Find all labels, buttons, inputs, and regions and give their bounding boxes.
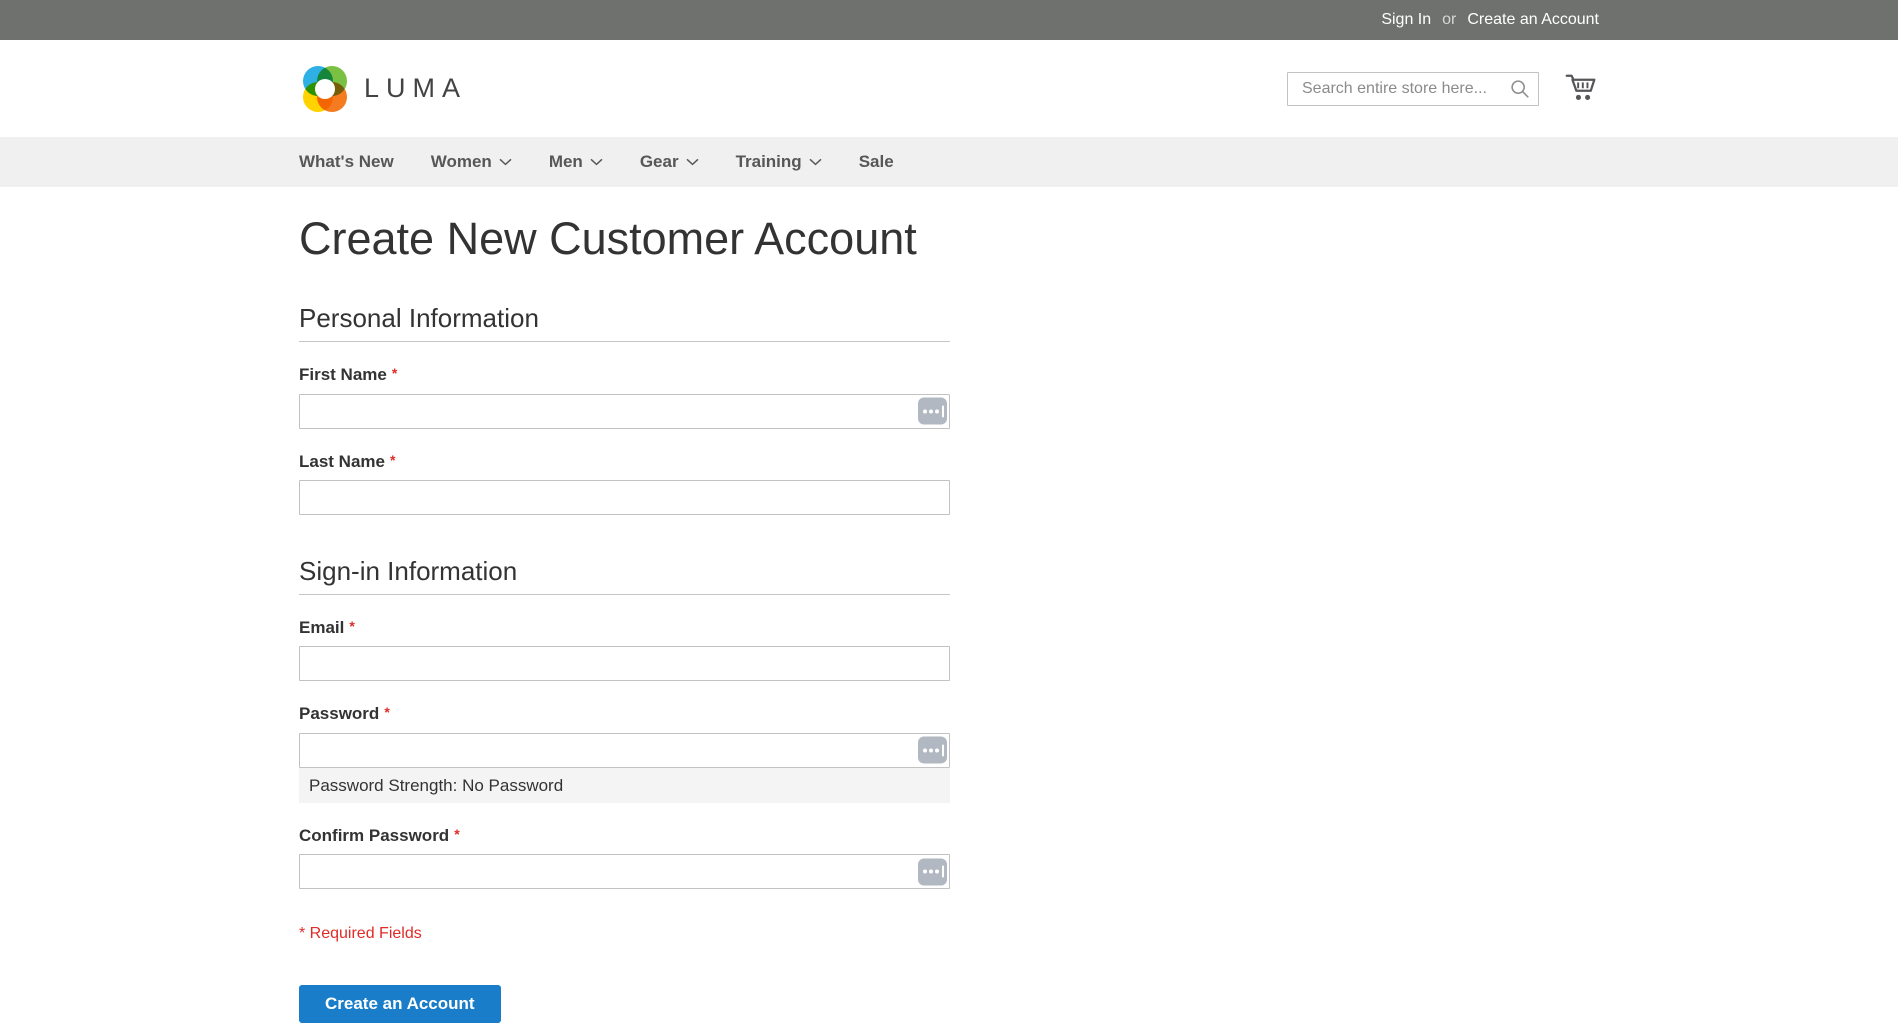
- first-name-label: First Name *: [299, 365, 950, 385]
- main-nav: What's New Women Men Gear Training: [0, 137, 1898, 187]
- password-field: Password * Password Strength: No Password: [299, 704, 950, 802]
- chevron-down-icon: [809, 158, 822, 166]
- autofill-icon[interactable]: [918, 858, 947, 885]
- nav-item-sale[interactable]: Sale: [859, 137, 894, 187]
- required-asterisk: *: [349, 618, 354, 634]
- last-name-input[interactable]: [299, 480, 950, 515]
- required-asterisk: *: [454, 826, 459, 842]
- password-label: Password *: [299, 704, 950, 724]
- required-asterisk: *: [384, 704, 389, 720]
- luma-logo[interactable]: LUMA: [299, 65, 467, 113]
- email-input[interactable]: [299, 646, 950, 681]
- create-account-form: Personal Information First Name * Last Na…: [299, 304, 950, 1023]
- signin-information-heading: Sign-in Information: [299, 557, 950, 595]
- nav-item-label: Men: [549, 152, 583, 172]
- search-input[interactable]: [1287, 72, 1539, 106]
- cart-icon: [1563, 91, 1599, 108]
- first-name-field: First Name *: [299, 365, 950, 428]
- nav-item-men[interactable]: Men: [549, 137, 603, 187]
- required-asterisk: *: [392, 365, 397, 381]
- nav-item-label: What's New: [299, 152, 394, 172]
- first-name-input[interactable]: [299, 394, 950, 429]
- cart-button[interactable]: [1563, 68, 1599, 109]
- create-account-link[interactable]: Create an Account: [1467, 11, 1599, 29]
- nav-item-whats-new[interactable]: What's New: [299, 137, 394, 187]
- nav-item-women[interactable]: Women: [431, 137, 512, 187]
- personal-information-heading: Personal Information: [299, 304, 950, 342]
- top-panel: Sign In or Create an Account: [0, 0, 1898, 40]
- chevron-down-icon: [499, 158, 512, 166]
- create-account-button[interactable]: Create an Account: [299, 985, 501, 1023]
- or-text: or: [1442, 11, 1456, 29]
- luma-logo-icon: [299, 65, 351, 113]
- label-text: Confirm Password: [299, 826, 449, 845]
- label-text: Email: [299, 618, 344, 637]
- label-text: Last Name: [299, 452, 385, 471]
- required-fields-note: * Required Fields: [299, 925, 950, 943]
- last-name-label: Last Name *: [299, 452, 950, 472]
- nav-item-gear[interactable]: Gear: [640, 137, 699, 187]
- nav-item-label: Sale: [859, 152, 894, 172]
- password-strength-meter: Password Strength: No Password: [299, 768, 950, 803]
- form-actions: Create an Account: [299, 985, 950, 1023]
- required-asterisk: *: [390, 452, 395, 468]
- header: LUMA: [0, 40, 1898, 137]
- confirm-password-label: Confirm Password *: [299, 826, 950, 846]
- page-title: Create New Customer Account: [299, 214, 1599, 264]
- confirm-password-field: Confirm Password *: [299, 826, 950, 889]
- label-text: First Name: [299, 365, 387, 384]
- luma-logo-text: LUMA: [364, 73, 467, 104]
- autofill-icon[interactable]: [918, 398, 947, 425]
- search-icon[interactable]: [1508, 77, 1532, 101]
- confirm-password-input[interactable]: [299, 854, 950, 889]
- email-label: Email *: [299, 618, 950, 638]
- label-text: Password: [299, 704, 379, 723]
- chevron-down-icon: [590, 158, 603, 166]
- last-name-field: Last Name *: [299, 452, 950, 515]
- password-input[interactable]: [299, 733, 950, 768]
- nav-item-label: Training: [736, 152, 802, 172]
- nav-item-label: Gear: [640, 152, 679, 172]
- main-content: Create New Customer Account Personal Inf…: [299, 214, 1599, 1023]
- email-field: Email *: [299, 618, 950, 681]
- chevron-down-icon: [686, 158, 699, 166]
- nav-item-training[interactable]: Training: [736, 137, 822, 187]
- search-box: [1287, 72, 1539, 106]
- nav-item-label: Women: [431, 152, 492, 172]
- autofill-icon[interactable]: [918, 737, 947, 764]
- sign-in-link[interactable]: Sign In: [1381, 11, 1431, 29]
